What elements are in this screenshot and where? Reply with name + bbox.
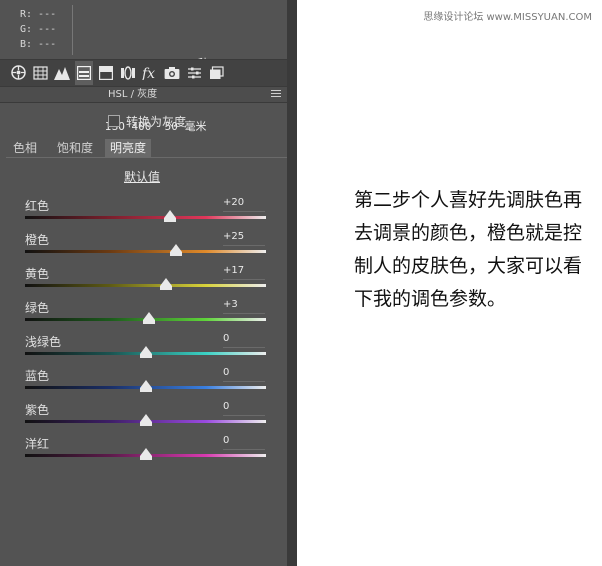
rgb-g: G: --- (20, 24, 57, 35)
slider-row: 洋红 0 (0, 435, 287, 467)
slider-thumb[interactable] (159, 278, 172, 290)
slider-thumb[interactable] (163, 210, 176, 222)
tab-luminance[interactable]: 明亮度 (105, 139, 152, 157)
slider-track[interactable] (25, 216, 266, 219)
slider-thumb[interactable] (139, 346, 152, 358)
hsl-tabs: 色相 饱和度 明亮度 (6, 139, 287, 158)
slider-value-field[interactable]: 0 (223, 435, 265, 450)
readout-divider (72, 5, 73, 55)
slider-label: 洋红 (25, 437, 50, 451)
slider-track[interactable] (25, 284, 266, 287)
convert-grayscale-checkbox[interactable]: 转换为灰度 (108, 113, 186, 129)
caption-text: 第二步个人喜好先调肤色再去调景的颜色，橙色就是控制人的皮肤色，大家可以看下我的调… (354, 189, 583, 310)
rgb-readout: R: --- G: --- B: --- (20, 7, 56, 52)
slider-thumb[interactable] (139, 414, 152, 426)
tone-curve-icon[interactable] (31, 64, 49, 81)
slider-label: 橙色 (25, 233, 50, 247)
camera-calibration-icon[interactable] (163, 64, 181, 81)
hsl-icon[interactable] (75, 61, 93, 85)
slider-value-field[interactable]: +3 (223, 299, 265, 314)
slider-track[interactable] (25, 250, 266, 253)
snapshots-icon[interactable] (207, 64, 225, 81)
section-title: HSL / 灰度 (108, 89, 158, 100)
slider-value-field[interactable]: 0 (223, 401, 265, 416)
panel-toolbar: fx (0, 59, 287, 86)
split-toning-icon[interactable] (97, 64, 115, 81)
slider-value-field[interactable]: +25 (223, 231, 265, 246)
slider-value-field[interactable]: +20 (223, 197, 265, 212)
tab-saturation[interactable]: 饱和度 (52, 139, 98, 157)
presets-icon[interactable] (185, 64, 203, 81)
watermark: 思缘设计论坛 www.MISSYUAN.COM (423, 12, 592, 23)
section-header: HSL / 灰度 (0, 86, 287, 103)
rgb-b: B: --- (20, 39, 57, 50)
slider-thumb[interactable] (143, 312, 156, 324)
slider-value-field[interactable]: 0 (223, 367, 265, 382)
slider-label: 浅绿色 (25, 335, 62, 349)
detail-icon[interactable] (53, 64, 71, 81)
effects-icon[interactable]: fx (141, 64, 159, 81)
slider-row: 蓝色 0 (0, 367, 287, 399)
slider-label: 蓝色 (25, 369, 50, 383)
hsl-panel: R: --- G: --- B: --- f/1.8 1/2000 秒 ISO … (0, 0, 287, 566)
slider-value-field[interactable]: +17 (223, 265, 265, 280)
basic-icon[interactable] (9, 64, 27, 81)
rgb-r: R: --- (20, 9, 57, 20)
slider-thumb[interactable] (139, 448, 152, 460)
slider-label: 红色 (25, 199, 50, 213)
slider-row: 黄色 +17 (0, 265, 287, 297)
svg-text:fx: fx (142, 66, 155, 80)
slider-row: 浅绿色 0 (0, 333, 287, 365)
slider-thumb[interactable] (169, 244, 182, 256)
lens-corrections-icon[interactable] (119, 64, 137, 81)
slider-label: 紫色 (25, 403, 50, 417)
slider-label: 绿色 (25, 301, 50, 315)
panel-edge (287, 0, 297, 566)
slider-row: 红色 +20 (0, 197, 287, 229)
slider-row: 橙色 +25 (0, 231, 287, 263)
tab-hue[interactable]: 色相 (8, 139, 42, 157)
slider-value-field[interactable]: 0 (223, 333, 265, 348)
slider-row: 紫色 0 (0, 401, 287, 433)
panel-menu-icon[interactable] (271, 90, 281, 98)
default-link[interactable]: 默认值 (124, 168, 160, 185)
slider-thumb[interactable] (139, 380, 152, 392)
slider-row: 绿色 +3 (0, 299, 287, 331)
slider-label: 黄色 (25, 267, 50, 281)
checkbox-icon[interactable] (108, 115, 120, 127)
convert-grayscale-label: 转换为灰度 (126, 114, 187, 129)
